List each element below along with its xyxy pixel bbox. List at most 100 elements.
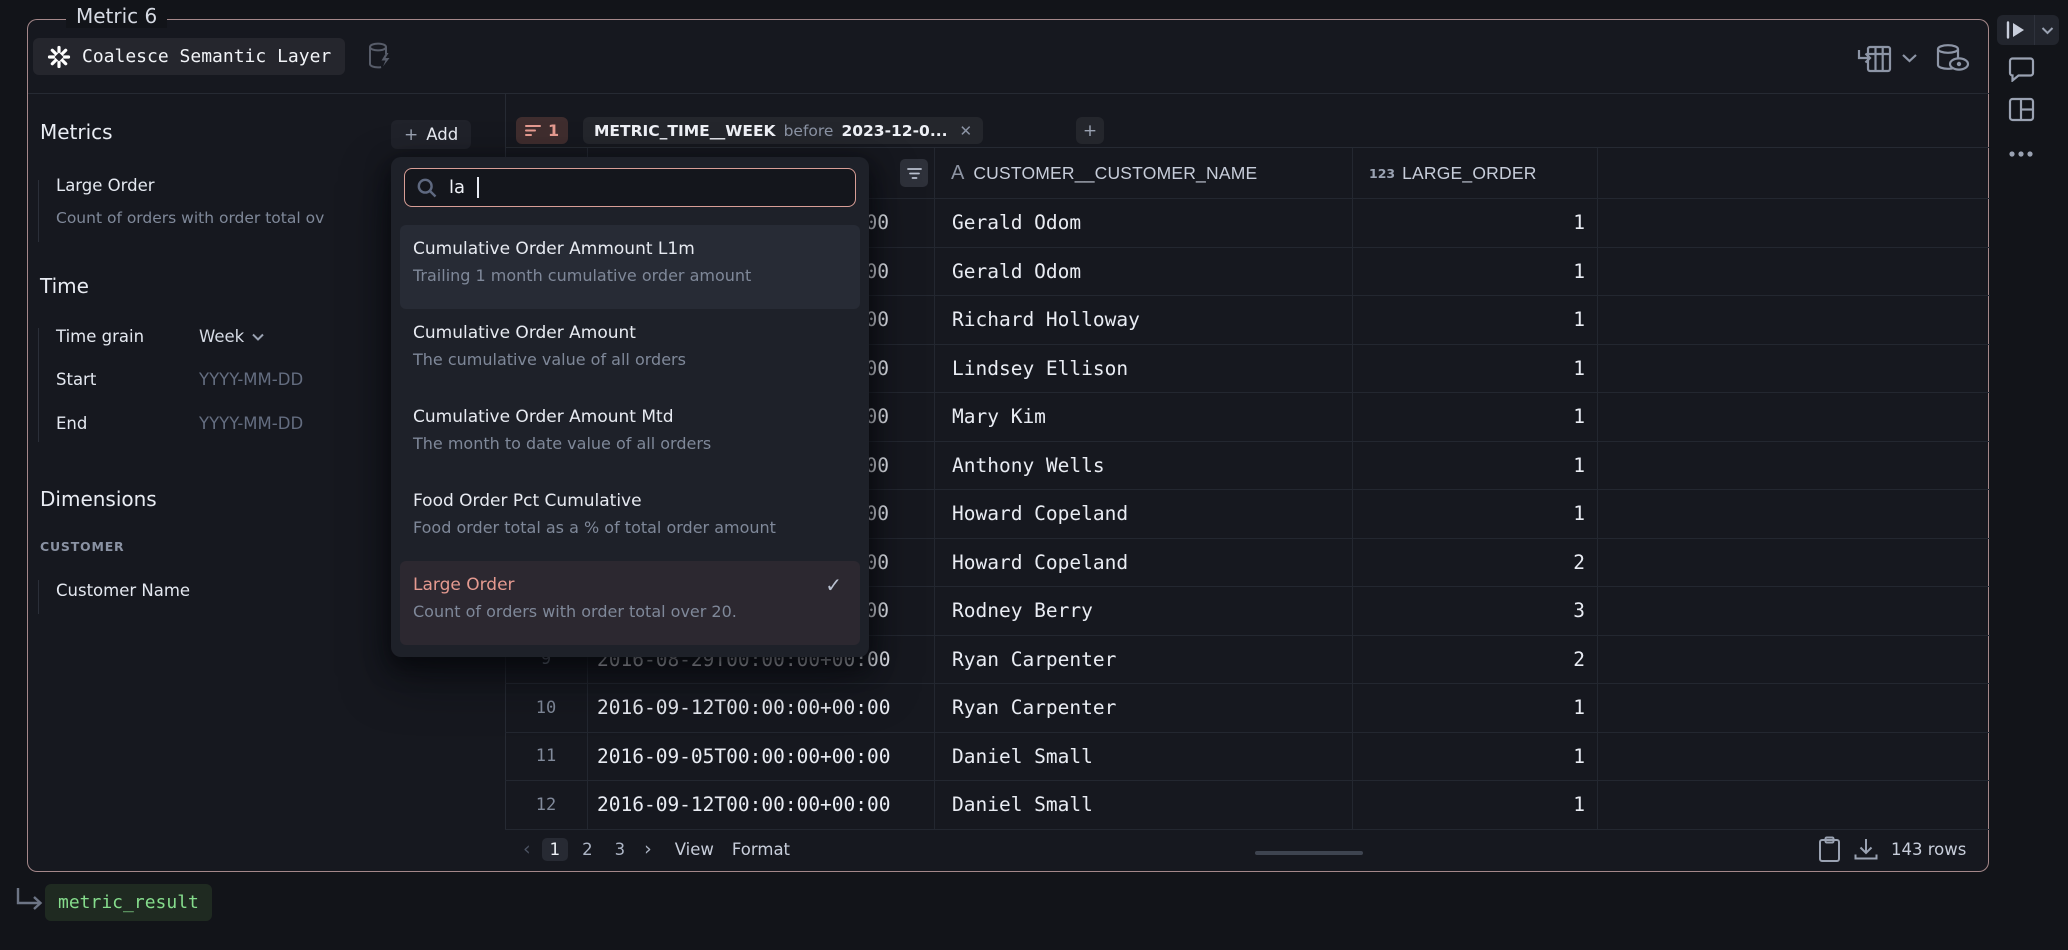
more-options-icon[interactable] xyxy=(2006,140,2036,168)
number-type-icon: 123 xyxy=(1369,166,1395,181)
cell-large-order: 1 xyxy=(1353,733,1598,781)
notebook-page: Metric 6 Coalesce Semantic Layer xyxy=(0,0,2068,950)
metric-option[interactable]: Cumulative Order Amount The cumulative v… xyxy=(400,309,860,393)
dimension-item-rule xyxy=(38,580,39,614)
time-grain-select[interactable]: Week xyxy=(199,327,265,346)
time-section-rule xyxy=(38,328,39,442)
metric-option-title: Cumulative Order Amount Mtd xyxy=(413,403,847,431)
metric-option[interactable]: Food Order Pct Cumulative Food order tot… xyxy=(400,477,860,561)
metric-option-title: Cumulative Order Amount xyxy=(413,319,847,347)
row-number: 10 xyxy=(505,684,588,732)
metric-option[interactable]: Cumulative Order Amount Mtd The month to… xyxy=(400,393,860,477)
filter-icon xyxy=(525,124,541,137)
metric-option-description: Trailing 1 month cumulative order amount xyxy=(413,263,847,289)
source-chip[interactable]: Coalesce Semantic Layer xyxy=(33,38,345,75)
time-filter-chip[interactable]: METRIC_TIME__WEEK before 2023-12-0... ✕ xyxy=(583,117,983,144)
large-order-column-header[interactable]: 123 LARGE_ORDER xyxy=(1353,148,1598,198)
cell-large-order: 1 xyxy=(1353,781,1598,829)
dimension-group-label: CUSTOMER xyxy=(40,539,124,554)
metric-option-title: Food Order Pct Cumulative xyxy=(413,487,847,515)
column-title: LARGE_ORDER xyxy=(1402,163,1536,184)
copy-table-icon[interactable] xyxy=(1818,836,1841,863)
filter-value: 2023-12-0... xyxy=(841,122,947,140)
string-type-icon: A xyxy=(951,162,964,185)
run-cell-button[interactable] xyxy=(1997,21,2034,39)
metric-search-input[interactable]: la xyxy=(404,168,856,207)
column-filter-icon[interactable] xyxy=(900,159,928,187)
layout-columns-icon[interactable] xyxy=(2006,95,2036,123)
end-label: End xyxy=(56,414,87,433)
cell-customer-name: Howard Copeland xyxy=(935,490,1353,538)
cell-large-order: 2 xyxy=(1353,636,1598,684)
cell-empty xyxy=(1598,636,1990,684)
table-row[interactable]: 12 2016-09-12T00:00:00+00:00 Daniel Smal… xyxy=(505,781,1990,830)
push-options-chevron-icon[interactable] xyxy=(1901,52,1918,64)
text-cursor xyxy=(477,177,479,198)
add-filter-button[interactable]: + xyxy=(1076,117,1104,144)
row-number: 11 xyxy=(505,733,588,781)
row-count: 143 rows xyxy=(1891,840,1966,859)
table-row[interactable]: 11 2016-09-05T00:00:00+00:00 Daniel Smal… xyxy=(505,733,1990,782)
coalesce-logo-icon xyxy=(47,45,71,69)
filter-operator: before xyxy=(784,122,834,140)
cell-customer-name: Daniel Small xyxy=(935,781,1353,829)
metric-option-list: Cumulative Order Ammount L1m Trailing 1 … xyxy=(400,225,860,645)
dimension-item[interactable]: Customer Name xyxy=(56,581,190,600)
table-pagination: ‹ 123 › View Format xyxy=(505,830,790,868)
database-lightning-icon[interactable] xyxy=(364,40,396,72)
page-number-button[interactable]: 3 xyxy=(607,838,634,861)
cell-empty xyxy=(1598,684,1990,732)
metric-option[interactable]: Cumulative Order Ammount L1m Trailing 1 … xyxy=(400,225,860,309)
metric-option-title: Cumulative Order Ammount L1m xyxy=(413,235,847,263)
customer-name-column-header[interactable]: A CUSTOMER__CUSTOMER_NAME xyxy=(935,148,1353,198)
cell-customer-name: Lindsey Ellison xyxy=(935,345,1353,393)
cell-empty xyxy=(1598,539,1990,587)
push-to-table-icon[interactable] xyxy=(1857,44,1893,74)
page-number-button[interactable]: 1 xyxy=(542,838,569,861)
filter-count: 1 xyxy=(548,121,559,140)
header-divider xyxy=(28,93,1989,94)
start-date-input[interactable]: YYYY-MM-DD xyxy=(199,370,303,389)
cell-empty xyxy=(1598,442,1990,490)
metric-search-dropdown: la Cumulative Order Ammount L1m Trailing… xyxy=(391,157,869,657)
horizontal-scrollbar-thumb[interactable] xyxy=(1255,851,1363,855)
comments-icon[interactable] xyxy=(2006,55,2036,83)
metric-option-description: The cumulative value of all orders xyxy=(413,347,847,373)
prev-page-icon[interactable]: ‹ xyxy=(518,838,536,860)
dimensions-heading: Dimensions xyxy=(40,487,157,511)
cell-customer-name: Howard Copeland xyxy=(935,539,1353,587)
next-page-icon[interactable]: › xyxy=(639,838,657,860)
cell-title[interactable]: Metric 6 xyxy=(66,4,167,28)
cell-large-order: 1 xyxy=(1353,442,1598,490)
search-query-text: la xyxy=(449,177,465,198)
cell-metric-time-week: 2016-09-05T00:00:00+00:00 xyxy=(588,733,935,781)
filter-count-chip[interactable]: 1 xyxy=(516,117,568,144)
run-options-chevron-icon[interactable] xyxy=(2035,26,2059,35)
metric-item-title[interactable]: Large Order xyxy=(56,176,155,195)
return-arrow-icon xyxy=(14,886,46,914)
remove-filter-icon[interactable]: ✕ xyxy=(959,122,972,140)
preview-data-icon[interactable] xyxy=(1933,42,1971,74)
cell-large-order: 2 xyxy=(1353,539,1598,587)
cell-large-order: 1 xyxy=(1353,393,1598,441)
table-row[interactable]: 10 2016-09-12T00:00:00+00:00 Ryan Carpen… xyxy=(505,684,1990,733)
view-menu-button[interactable]: View xyxy=(675,840,714,859)
download-icon[interactable] xyxy=(1853,837,1879,862)
output-variable-chip[interactable]: metric_result xyxy=(45,884,212,921)
cell-empty xyxy=(1598,781,1990,829)
cell-metric-time-week: 2016-09-12T00:00:00+00:00 xyxy=(588,684,935,732)
format-menu-button[interactable]: Format xyxy=(732,840,790,859)
cell-metric-time-week: 2016-09-12T00:00:00+00:00 xyxy=(588,781,935,829)
metrics-heading: Metrics xyxy=(40,120,113,144)
plus-icon: + xyxy=(404,125,418,145)
end-date-input[interactable]: YYYY-MM-DD xyxy=(199,414,303,433)
metric-option[interactable]: Large Order Count of orders with order t… xyxy=(400,561,860,645)
page-list: 123 xyxy=(542,838,634,861)
cell-empty xyxy=(1598,248,1990,296)
cell-large-order: 1 xyxy=(1353,490,1598,538)
column-title: CUSTOMER__CUSTOMER_NAME xyxy=(973,163,1257,184)
filter-field: METRIC_TIME__WEEK xyxy=(594,122,776,140)
time-heading: Time xyxy=(40,274,89,298)
page-number-button[interactable]: 2 xyxy=(574,838,601,861)
add-metric-button[interactable]: + Add xyxy=(391,120,471,149)
